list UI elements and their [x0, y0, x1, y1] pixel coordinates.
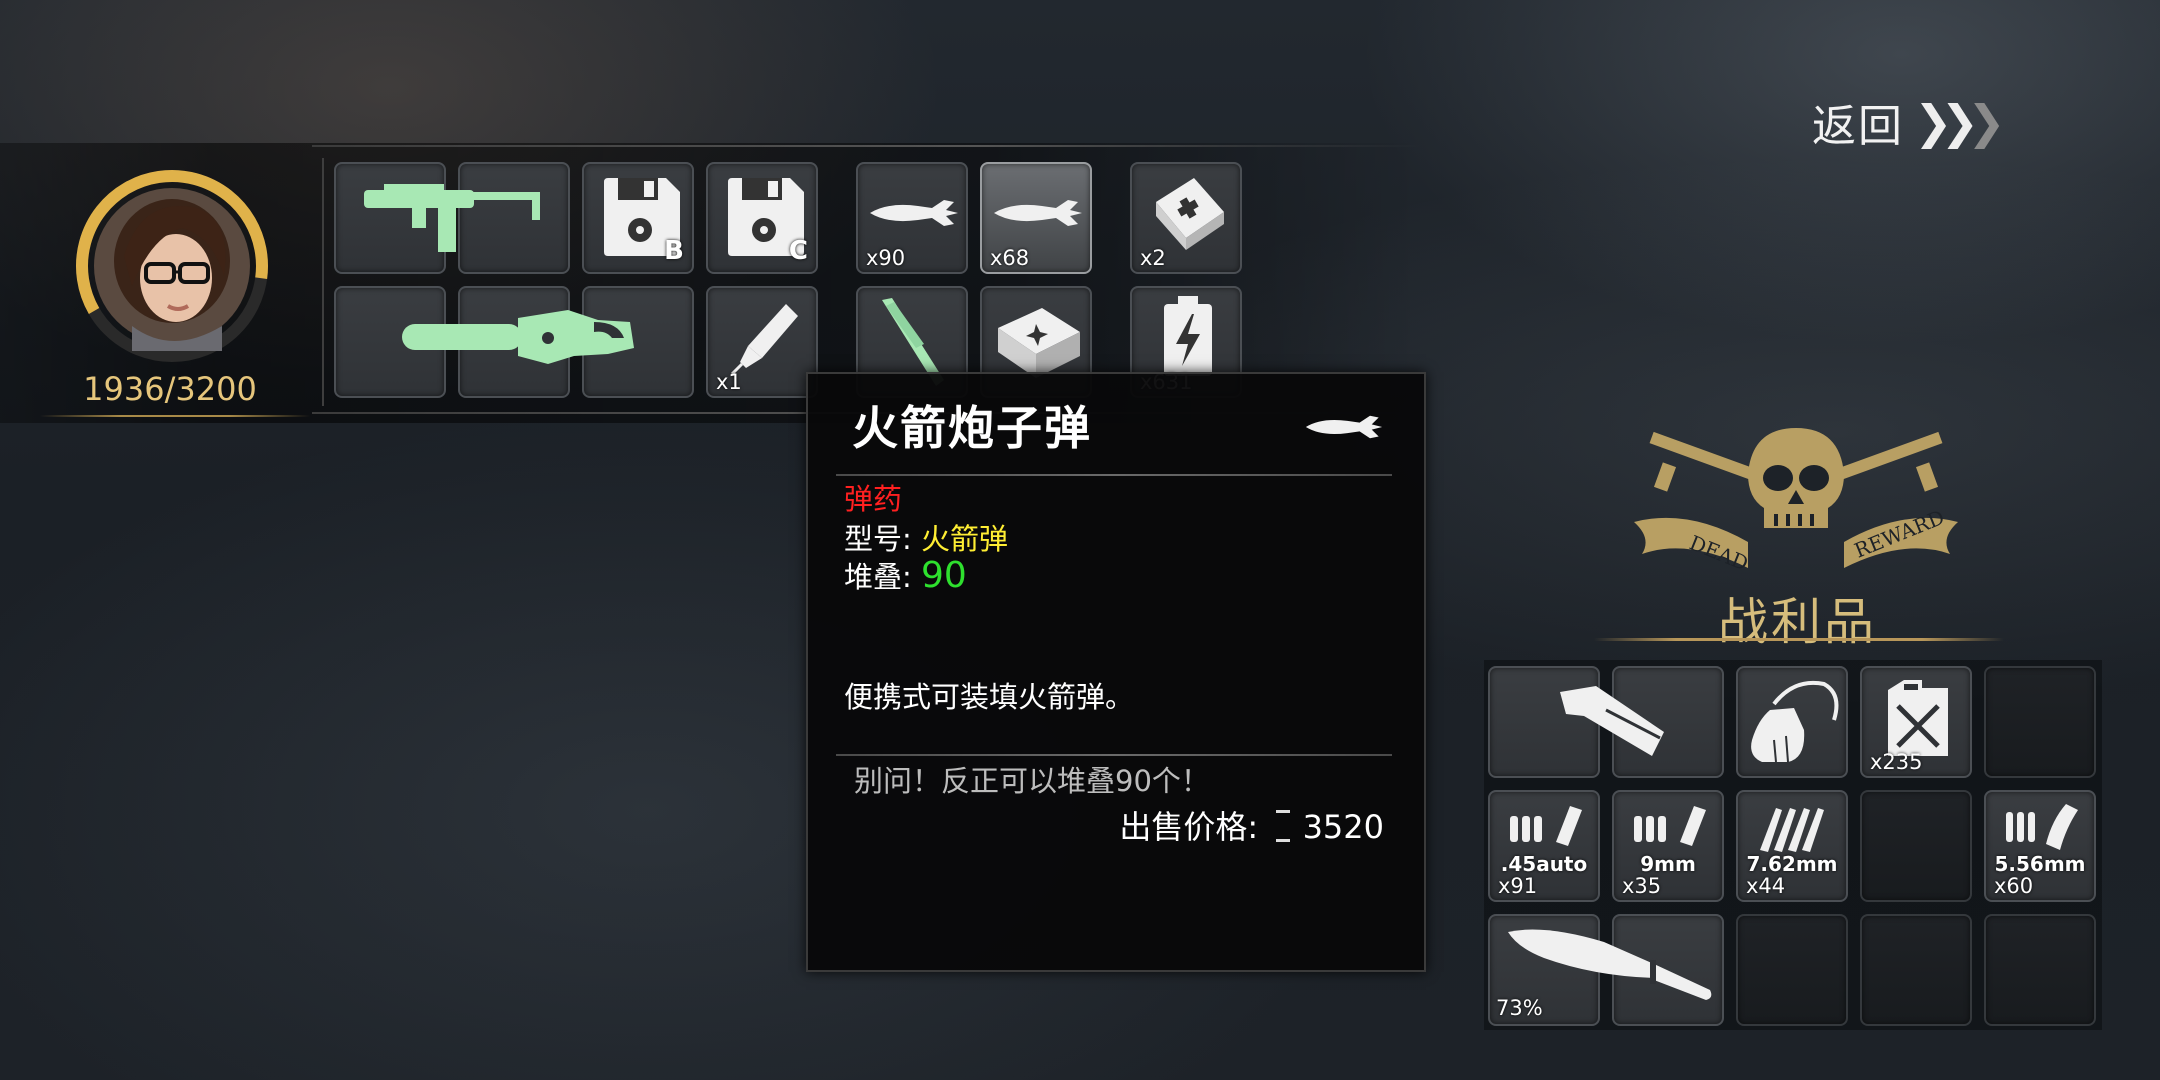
medkit-icon — [1156, 178, 1224, 250]
uzi-icon — [364, 184, 540, 252]
chevron-right-icon: ❯❯❯ — [1914, 95, 2005, 149]
item-flavor-text: 别问！反正可以堆叠90个！ — [854, 764, 1210, 798]
flashlight-icon — [1560, 686, 1664, 756]
ammo-slot[interactable]: 5.56mm x60 — [1984, 790, 2096, 902]
loot-slot-empty[interactable] — [1860, 790, 1972, 902]
ammo-slot[interactable]: .45auto x91 — [1488, 790, 1600, 902]
loot-slot-empty[interactable] — [1984, 914, 2096, 1026]
box-icon — [998, 308, 1080, 378]
item-count: x235 — [1870, 750, 1923, 774]
hp-underline — [40, 415, 310, 417]
divider — [322, 158, 324, 406]
sell-price-label: 出售价格: — [1119, 808, 1259, 846]
back-label: 返回 — [1812, 101, 1904, 152]
syringe-slot[interactable]: x1 — [706, 286, 818, 398]
slot-badge: B — [664, 236, 684, 266]
back-button[interactable]: 返回 ❯❯❯ — [1812, 92, 2005, 152]
battery-icon — [1164, 296, 1212, 376]
item-count: x68 — [990, 246, 1030, 270]
loot-slot-empty[interactable] — [1984, 666, 2096, 778]
item-title: 火箭炮子弹 — [852, 401, 1092, 455]
machete-icon — [1508, 929, 1712, 1000]
divider — [836, 754, 1392, 756]
item-stack-label: 堆叠: — [844, 560, 912, 594]
item-tooltip: 火箭炮子弹 弹药 型号: 火箭弹 堆叠: 90 便携式可装填火箭弹。 别问！反正… — [806, 372, 1426, 972]
hp-ring — [76, 170, 268, 362]
item-stack-row: 堆叠: 90 — [844, 554, 967, 596]
blueprint-slot-b[interactable]: B — [582, 162, 694, 274]
currency-icon — [1276, 810, 1291, 842]
rocket-icon — [1305, 415, 1383, 439]
item-count: x91 — [1498, 874, 1538, 898]
item-category: 弹药 — [844, 482, 903, 516]
item-count: x60 — [1994, 874, 2034, 898]
ammo-icon — [1760, 808, 1824, 852]
rocket-icon — [870, 200, 958, 226]
blueprint-slot-c[interactable]: C — [706, 162, 818, 274]
ammo-caliber: 9mm — [1640, 852, 1696, 876]
loot-slot[interactable] — [1736, 666, 1848, 778]
divider — [836, 474, 1392, 476]
pouch-icon — [1751, 681, 1839, 763]
divider — [1594, 638, 2004, 641]
item-stack-value: 90 — [921, 555, 967, 596]
hp-readout: 1936/3200 — [83, 370, 257, 408]
jerrycan-icon — [1888, 680, 1948, 756]
divider — [312, 145, 1422, 147]
rocket-ammo-slot[interactable]: x90 — [856, 162, 968, 274]
loot-slot[interactable]: x235 — [1860, 666, 1972, 778]
slot-badge: C — [788, 236, 808, 266]
sell-price: 出售价格: 3520 — [1119, 802, 1384, 848]
ammo-caliber: 5.56mm — [1994, 852, 2086, 876]
ammo-caliber: 7.62mm — [1746, 852, 1838, 876]
item-durability: 73% — [1496, 996, 1543, 1020]
item-type-label: 型号: — [844, 522, 912, 556]
item-type-row: 型号: 火箭弹 — [844, 516, 1008, 558]
item-count: x2 — [1140, 246, 1166, 270]
ammo-icon — [2006, 804, 2078, 850]
ammo-icon — [1510, 806, 1582, 846]
syringe-icon — [730, 304, 798, 376]
loot-slot-empty[interactable] — [1860, 914, 1972, 1026]
ammo-caliber: .45auto — [1500, 852, 1588, 876]
item-count: x44 — [1746, 874, 1786, 898]
rocket-icon — [994, 200, 1082, 226]
skull-emblem: DEAD REWARD — [1634, 428, 1958, 576]
rocket-ammo-slot-selected[interactable]: x68 — [980, 162, 1092, 274]
loot-slot-empty[interactable] — [1736, 914, 1848, 1026]
ammo-slot[interactable]: 7.62mm x44 — [1736, 790, 1848, 902]
item-count: x35 — [1622, 874, 1662, 898]
medkit-slot[interactable]: x2 — [1130, 162, 1242, 274]
ammo-slot[interactable]: 9mm x35 — [1612, 790, 1724, 902]
ammo-icon — [1634, 806, 1706, 846]
item-count: x1 — [716, 370, 742, 394]
player-avatar[interactable] — [72, 166, 272, 366]
loot-title: 战利品 — [1718, 593, 1877, 651]
sell-price-value: 3520 — [1302, 808, 1384, 846]
item-type-value: 火箭弹 — [921, 522, 1009, 556]
item-count: x90 — [866, 246, 906, 270]
chainsaw-icon — [402, 310, 634, 364]
item-description: 便携式可装填火箭弹。 — [844, 680, 1135, 714]
